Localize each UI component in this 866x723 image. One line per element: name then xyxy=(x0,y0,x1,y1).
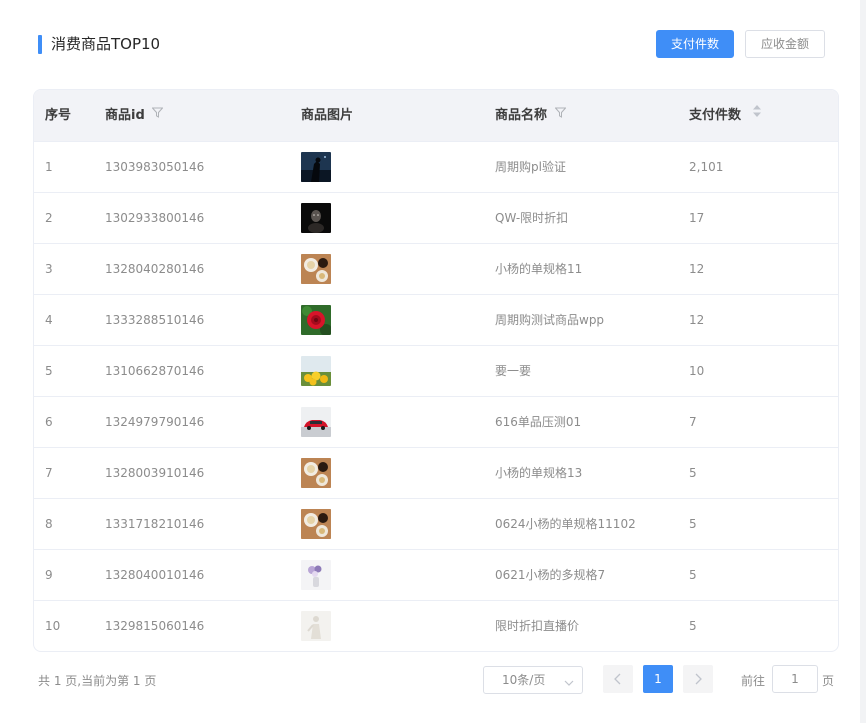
cell-index: 9 xyxy=(45,568,53,582)
cell-index: 4 xyxy=(45,313,53,327)
table-header: 序号 商品id 商品图片 商品名称 支付件数 xyxy=(34,90,838,141)
filter-icon[interactable] xyxy=(151,90,164,140)
cell-product-id: 1310662870146 xyxy=(105,364,205,378)
product-thumbnail[interactable] xyxy=(301,560,331,590)
chevron-left-icon xyxy=(614,673,621,685)
cell-product-name: QW-限时折扣 xyxy=(495,211,569,225)
table-row: 5 1310662870146 要一要 10 xyxy=(34,345,838,396)
cell-product-name: 要一要 xyxy=(495,364,532,378)
cell-index: 7 xyxy=(45,466,53,480)
cell-pay-count: 5 xyxy=(689,517,697,531)
prev-page-button[interactable] xyxy=(603,665,633,693)
product-thumbnail[interactable] xyxy=(301,407,331,437)
cell-pay-count: 5 xyxy=(689,568,697,582)
next-page-button[interactable] xyxy=(683,665,713,693)
goto-page-input[interactable]: 1 xyxy=(772,665,818,693)
cell-product-id: 1302933800146 xyxy=(105,211,205,225)
page-size-value: 10条/页 xyxy=(502,673,546,687)
right-scroll-gutter xyxy=(860,0,866,723)
goto-prefix: 前往 xyxy=(741,674,766,688)
chevron-right-icon xyxy=(695,673,702,685)
cell-product-id: 1303983050146 xyxy=(105,160,205,174)
cell-product-name: 周期购pl验证 xyxy=(495,160,566,174)
cell-pay-count: 17 xyxy=(689,211,705,225)
column-header-index: 序号 xyxy=(45,90,71,141)
table-row: 3 1328040280146 小杨的单规格11 12 xyxy=(34,243,838,294)
cell-pay-count: 2,101 xyxy=(689,160,724,174)
cell-index: 5 xyxy=(45,364,53,378)
cell-index: 6 xyxy=(45,415,53,429)
cell-pay-count: 5 xyxy=(689,466,697,480)
column-header-image: 商品图片 xyxy=(301,90,353,141)
column-label: 商品图片 xyxy=(301,108,354,123)
table-row: 6 1324979790146 616单品压测01 7 xyxy=(34,396,838,447)
table-row: 1 1303983050146 周期购pl验证 2,101 xyxy=(34,141,838,192)
cell-product-name: 0624小杨的单规格11102 xyxy=(495,517,636,531)
column-header-name[interactable]: 商品名称 xyxy=(495,90,567,141)
product-thumbnail[interactable] xyxy=(301,203,331,233)
column-header-pay-count[interactable]: 支付件数 xyxy=(689,90,762,141)
cell-index: 8 xyxy=(45,517,53,531)
column-label: 商品名称 xyxy=(495,108,548,123)
cell-product-id: 1331718210146 xyxy=(105,517,205,531)
table-row: 2 1302933800146 QW-限时折扣 17 xyxy=(34,192,838,243)
cell-product-id: 1328040280146 xyxy=(105,262,205,276)
column-header-id[interactable]: 商品id xyxy=(105,90,164,141)
cell-product-id: 1333288510146 xyxy=(105,313,205,327)
page-number-current[interactable]: 1 xyxy=(643,665,673,693)
page-title: 消费商品TOP10 xyxy=(51,35,161,53)
cell-product-name: 616单品压测01 xyxy=(495,415,582,429)
table-row: 10 1329815060146 限时折扣直播价 5 xyxy=(34,600,838,651)
filter-icon[interactable] xyxy=(553,90,567,140)
pagination-summary: 共 1 页,当前为第 1 页 xyxy=(38,674,157,688)
column-label: 商品id xyxy=(105,108,145,123)
receivable-amount-button[interactable]: 应收金额 xyxy=(745,30,825,58)
goto-suffix: 页 xyxy=(822,674,835,688)
product-thumbnail[interactable] xyxy=(301,152,331,182)
cell-pay-count: 12 xyxy=(689,313,705,327)
cell-index: 3 xyxy=(45,262,53,276)
top10-table: 序号 商品id 商品图片 商品名称 支付件数 1 1303983050146 周期购… xyxy=(33,89,839,652)
cell-product-id: 1328040010146 xyxy=(105,568,205,582)
title-accent-bar xyxy=(38,35,42,54)
cell-index: 2 xyxy=(45,211,53,225)
cell-product-name: 小杨的单规格13 xyxy=(495,466,583,480)
cell-pay-count: 12 xyxy=(689,262,705,276)
product-thumbnail[interactable] xyxy=(301,458,331,488)
product-thumbnail[interactable] xyxy=(301,305,331,335)
cell-product-id: 1329815060146 xyxy=(105,619,205,633)
cell-product-name: 限时折扣直播价 xyxy=(495,619,580,633)
page-size-select[interactable]: 10条/页 xyxy=(483,666,583,694)
product-thumbnail[interactable] xyxy=(301,254,331,284)
product-thumbnail[interactable] xyxy=(301,611,331,641)
sort-caret-icon[interactable] xyxy=(752,90,762,140)
cell-product-name: 周期购测试商品wpp xyxy=(495,313,605,327)
table-row: 8 1331718210146 0624小杨的单规格11102 5 xyxy=(34,498,838,549)
cell-index: 10 xyxy=(45,619,61,633)
cell-product-id: 1328003910146 xyxy=(105,466,205,480)
product-thumbnail[interactable] xyxy=(301,356,331,386)
cell-product-id: 1324979790146 xyxy=(105,415,205,429)
cell-index: 1 xyxy=(45,160,53,174)
column-label: 序号 xyxy=(45,108,72,123)
table-row: 7 1328003910146 小杨的单规格13 5 xyxy=(34,447,838,498)
table-row: 4 1333288510146 周期购测试商品wpp 12 xyxy=(34,294,838,345)
pay-count-button[interactable]: 支付件数 xyxy=(656,30,734,58)
cell-product-name: 0621小杨的多规格7 xyxy=(495,568,606,582)
table-row: 9 1328040010146 0621小杨的多规格7 5 xyxy=(34,549,838,600)
chevron-down-icon xyxy=(564,676,574,690)
cell-product-name: 小杨的单规格11 xyxy=(495,262,583,276)
product-thumbnail[interactable] xyxy=(301,509,331,539)
cell-pay-count: 5 xyxy=(689,619,697,633)
cell-pay-count: 7 xyxy=(689,415,697,429)
column-label: 支付件数 xyxy=(689,108,742,123)
cell-pay-count: 10 xyxy=(689,364,705,378)
